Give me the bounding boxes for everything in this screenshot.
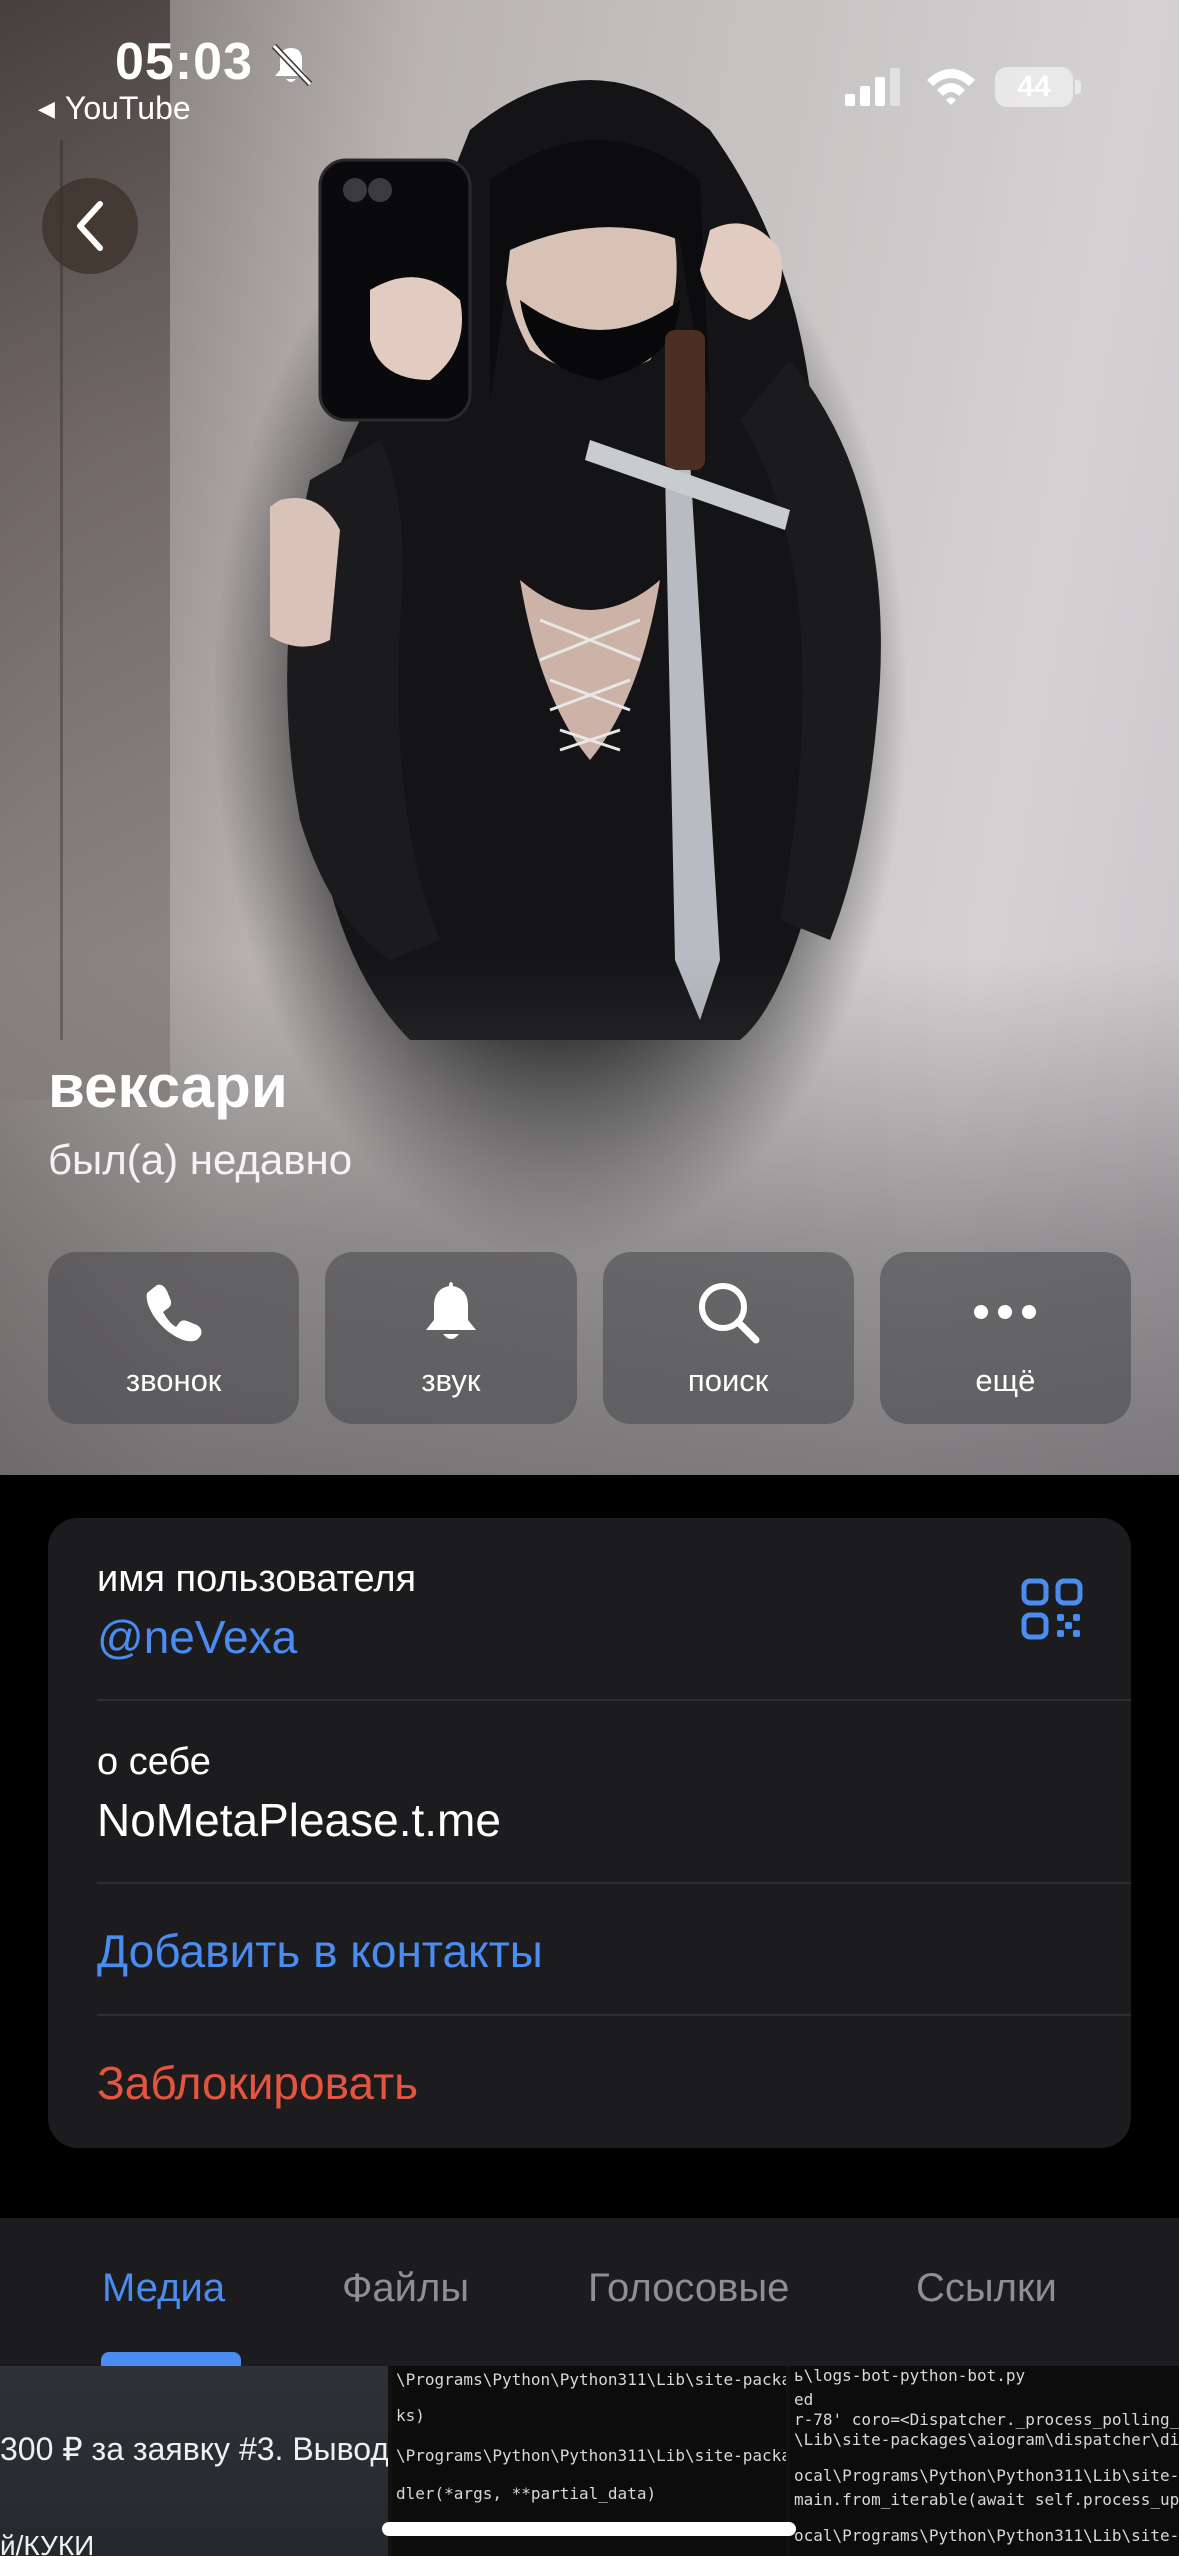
status-time: 05:03 xyxy=(115,33,253,91)
cellular-signal-icon xyxy=(845,68,900,106)
username-label: имя пользователя xyxy=(97,1558,417,1600)
qr-code-icon[interactable] xyxy=(1021,1578,1083,1640)
back-app-label: YouTube xyxy=(64,90,191,126)
thumbnail-code-line: r-78' coro=<Dispatcher._process_polling_… xyxy=(794,2410,1179,2429)
media-thumbnail[interactable]: 300 ₽ за заявку #3. Вывод й/КУКИ xyxy=(0,2366,388,2556)
tab-media[interactable]: Медиа xyxy=(102,2266,225,2311)
tab-links[interactable]: Ссылки xyxy=(916,2266,1057,2311)
add-contact-row[interactable]: Добавить в контакты xyxy=(97,1884,1131,2016)
username-value[interactable]: @neVexa xyxy=(97,1610,297,1664)
bio-label: о себе xyxy=(97,1741,211,1783)
search-button-label: поиск xyxy=(687,1363,769,1398)
search-icon xyxy=(693,1277,763,1347)
thumbnail-code-line: \Programs\Python\Python311\Lib\site-pack… xyxy=(396,2446,786,2465)
back-button[interactable] xyxy=(42,178,138,274)
home-indicator[interactable] xyxy=(382,2522,796,2536)
tab-voice[interactable]: Голосовые xyxy=(588,2266,789,2311)
profile-name: вексари xyxy=(48,1053,288,1120)
username-row[interactable]: имя пользователя @neVexa xyxy=(97,1518,1131,1701)
call-button-label: звонок xyxy=(125,1363,222,1398)
media-thumbnail[interactable]: ь\logs-bot-python-bot.py ed r-78' coro=<… xyxy=(790,2366,1179,2556)
thumbnail-code-line: main.from_iterable(await self.process_up… xyxy=(794,2490,1179,2509)
profile-last-seen: был(а) недавно xyxy=(48,1136,353,1183)
background-wall-seam xyxy=(60,140,63,1040)
block-row[interactable]: Заблокировать xyxy=(97,2016,1131,2148)
thumbnail-text: 300 ₽ за заявку #3. Вывод xyxy=(0,2431,388,2467)
sound-button[interactable]: звук xyxy=(325,1252,577,1424)
thumbnail-code-line: dler(*args, **partial_data) xyxy=(396,2484,657,2503)
tab-files[interactable]: Файлы xyxy=(342,2266,469,2311)
battery-tip xyxy=(1075,80,1081,94)
bio-value[interactable]: NoMetaPlease.t.me xyxy=(97,1793,501,1847)
background-wall xyxy=(0,0,170,1100)
chevron-left-icon xyxy=(77,201,103,251)
thumbnail-text: й/КУКИ xyxy=(0,2530,95,2556)
wifi-icon xyxy=(927,69,975,105)
bio-row[interactable]: о себе NoMetaPlease.t.me xyxy=(97,1701,1131,1884)
thumbnail-code-line: ь\logs-bot-python-bot.py xyxy=(794,2366,1026,2385)
thumbnail-code-line: ocal\Programs\Python\Python311\Lib\site-… xyxy=(794,2466,1179,2485)
active-tab-indicator xyxy=(101,2352,241,2366)
thumbnail-code-line: \Lib\site-packages\aiogram\dispatcher\di… xyxy=(794,2430,1179,2449)
bell-slash-icon xyxy=(271,43,313,87)
more-icon xyxy=(970,1277,1040,1347)
back-to-app-link[interactable]: ◀ YouTube xyxy=(38,90,191,127)
profile-hero-photo[interactable]: 05:03 ◀ YouTube 44 вексари был(а) недавн… xyxy=(0,0,1179,1475)
profile-actions: звонок звук поиск ещё xyxy=(48,1252,1131,1424)
battery-level: 44 xyxy=(1017,70,1051,103)
thumbnail-code-line: ks) xyxy=(396,2406,425,2425)
block-button[interactable]: Заблокировать xyxy=(97,2056,418,2110)
back-triangle-icon: ◀ xyxy=(38,95,55,121)
thumbnail-code-line: ed xyxy=(794,2390,814,2409)
search-button[interactable]: поиск xyxy=(602,1252,854,1424)
battery-icon: 44 xyxy=(995,67,1081,107)
shared-media-tabs: Медиа Файлы Голосовые Ссылки xyxy=(0,2218,1179,2366)
sound-button-label: звук xyxy=(421,1363,481,1398)
call-button[interactable]: звонок xyxy=(48,1252,300,1424)
profile-info-card: имя пользователя @neVexa о себе NoMetaPl… xyxy=(48,1518,1131,2148)
more-button[interactable]: ещё xyxy=(879,1252,1131,1424)
bell-icon xyxy=(416,1277,486,1347)
add-contact-button[interactable]: Добавить в контакты xyxy=(97,1924,543,1978)
more-button-label: ещё xyxy=(975,1363,1036,1398)
phone-icon xyxy=(139,1277,209,1347)
profile-photo-figure xyxy=(270,80,881,1040)
thumbnail-code-line: \Programs\Python\Python311\Lib\site-pack… xyxy=(396,2370,786,2389)
thumbnail-code-line: ocal\Programs\Python\Python311\Lib\site-… xyxy=(794,2526,1179,2545)
